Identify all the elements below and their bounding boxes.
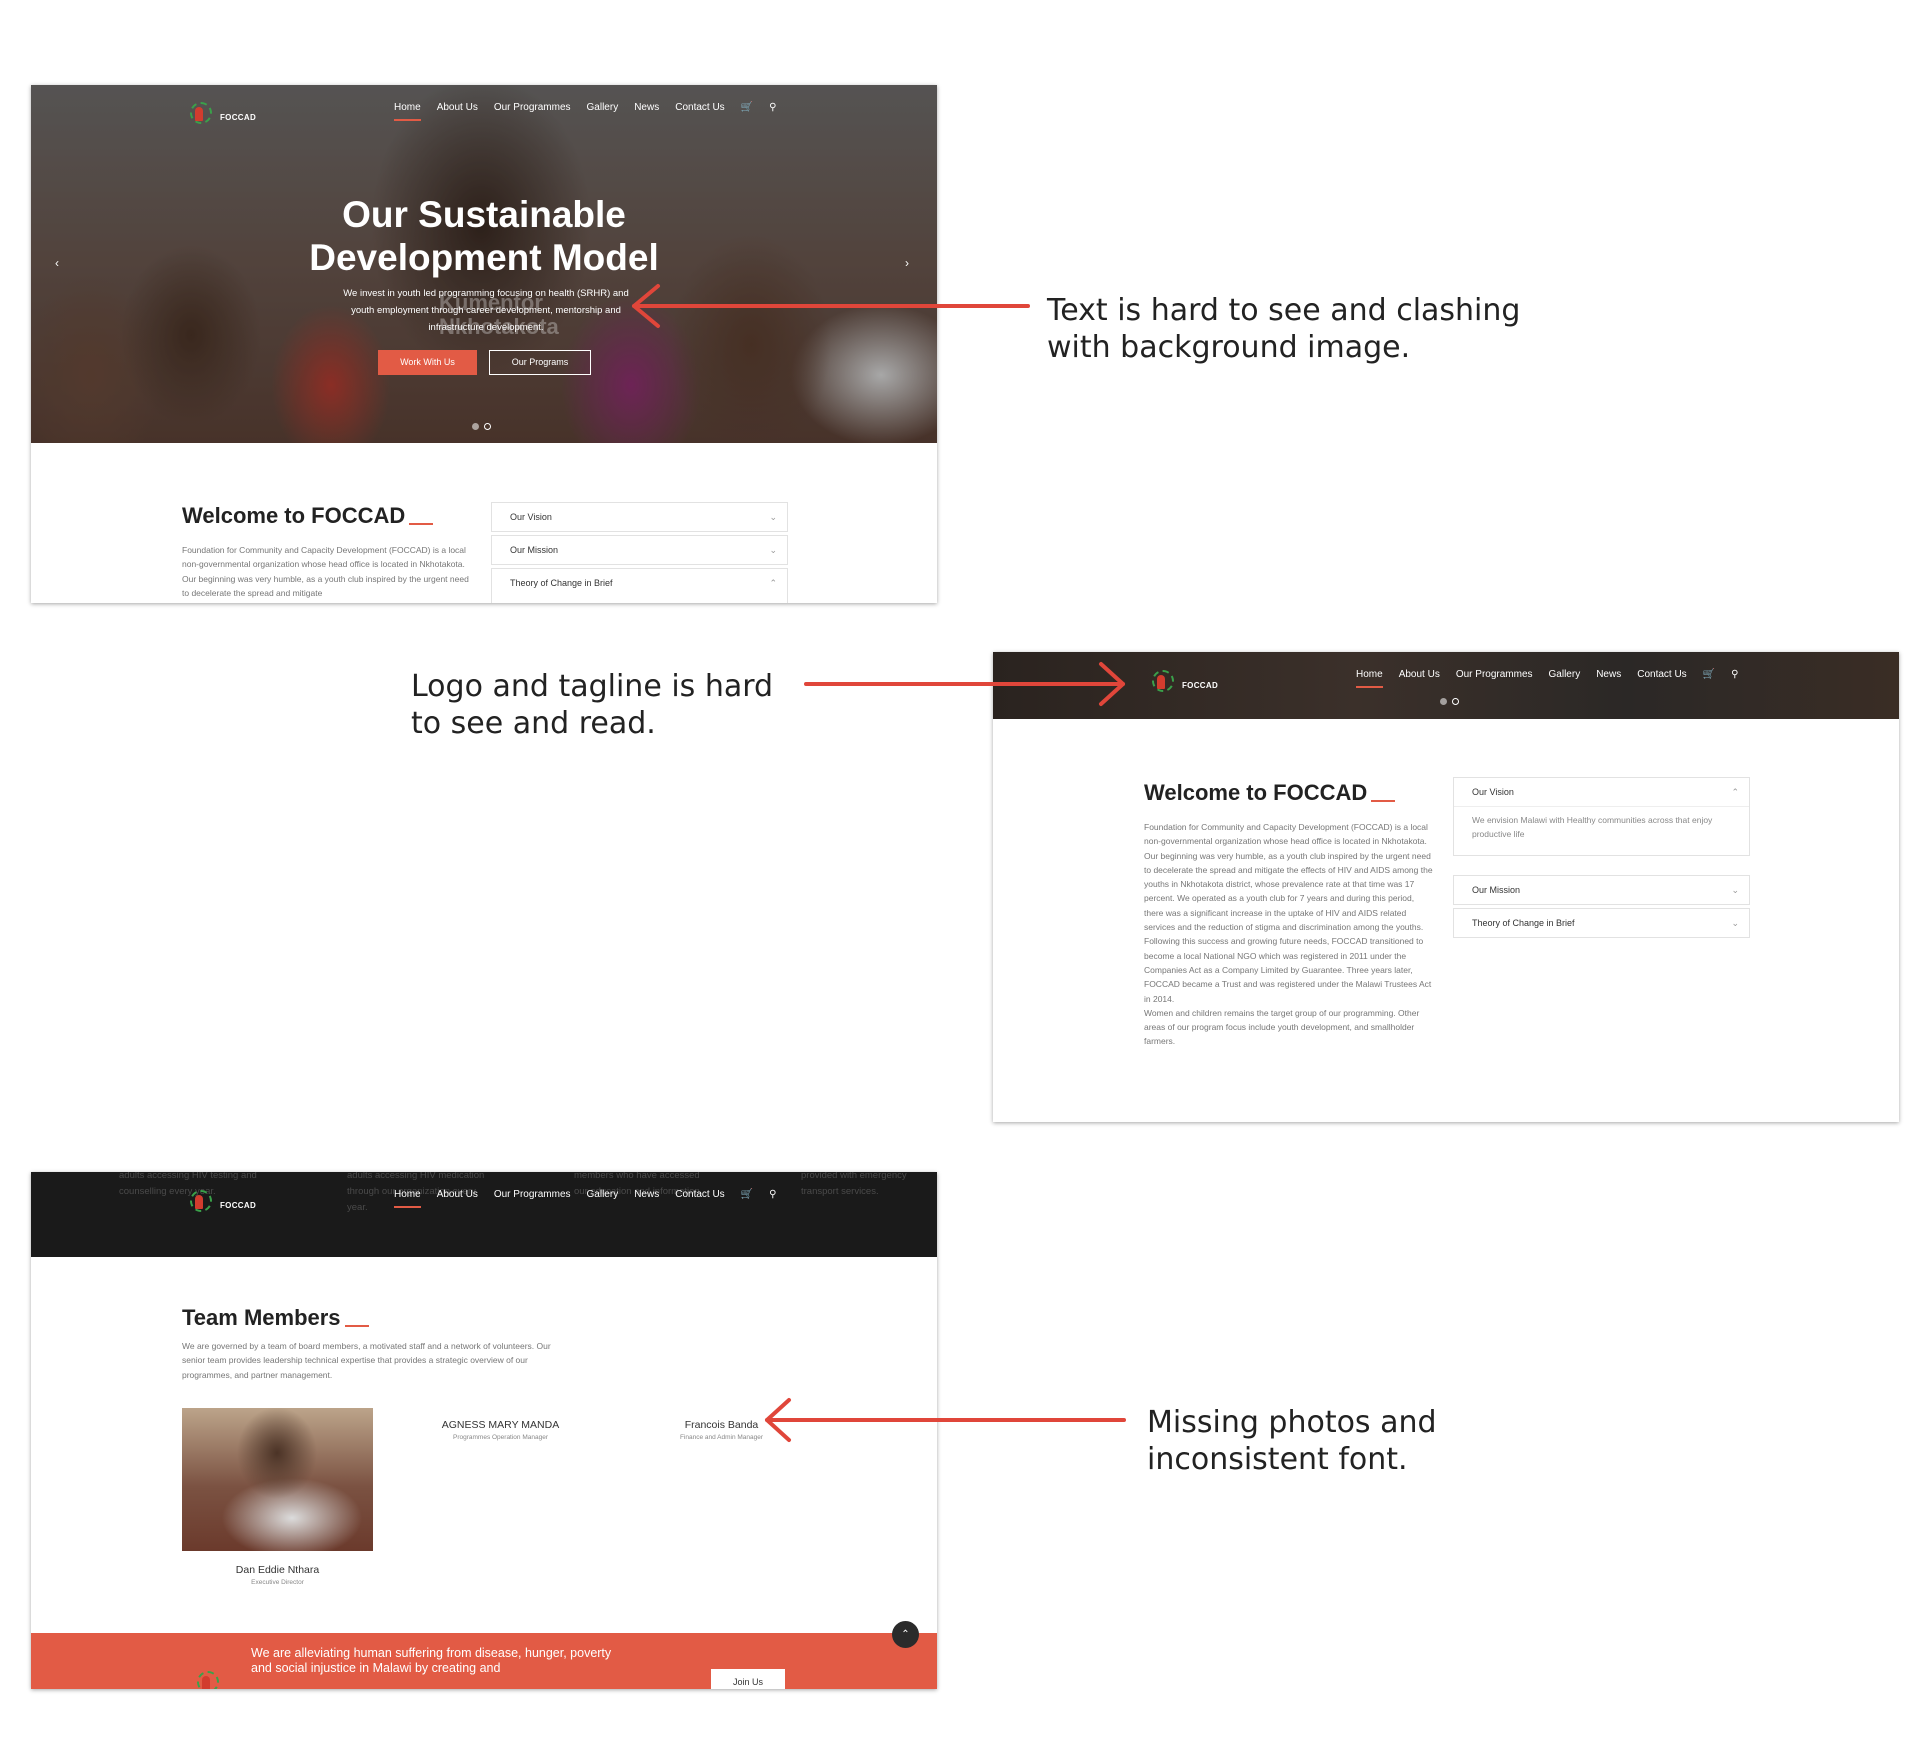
- slider-dot-active[interactable]: [484, 423, 491, 430]
- nav-gallery[interactable]: Gallery: [587, 102, 619, 113]
- hero-title: Our Sustainable Development Model: [309, 194, 659, 278]
- annotation-note-3: Missing photos and inconsistent font.: [1147, 1405, 1437, 1477]
- annotation-note-1: Text is hard to see and clashing with ba…: [1047, 293, 1521, 365]
- our-programs-button[interactable]: Our Programs: [489, 350, 591, 375]
- annotation-note-2: Logo and tagline is hard to see and read…: [411, 669, 774, 741]
- work-with-us-button[interactable]: Work With Us: [378, 350, 477, 375]
- nav-programmes[interactable]: Our Programmes: [494, 102, 571, 113]
- cart-icon[interactable]: 🛒: [741, 102, 753, 113]
- search-icon[interactable]: ⚲: [769, 102, 776, 113]
- slider-dot[interactable]: [472, 423, 479, 430]
- hero-subtitle: We invest in youth led programming focus…: [343, 288, 629, 333]
- slider-dots: [472, 423, 491, 430]
- nav-home[interactable]: Home: [394, 102, 421, 121]
- site-logo[interactable]: FOCCAD: [184, 98, 256, 128]
- main-nav: Home About Us Our Programmes Gallery New…: [394, 102, 776, 121]
- logo-text: FOCCAD: [220, 113, 257, 122]
- nav-news[interactable]: News: [634, 102, 659, 113]
- nav-about[interactable]: About Us: [437, 102, 478, 113]
- foccad-logo-icon: [184, 98, 214, 128]
- scroll-to-top-button[interactable]: ⌃: [892, 1621, 919, 1648]
- nav-contact[interactable]: Contact Us: [675, 102, 724, 113]
